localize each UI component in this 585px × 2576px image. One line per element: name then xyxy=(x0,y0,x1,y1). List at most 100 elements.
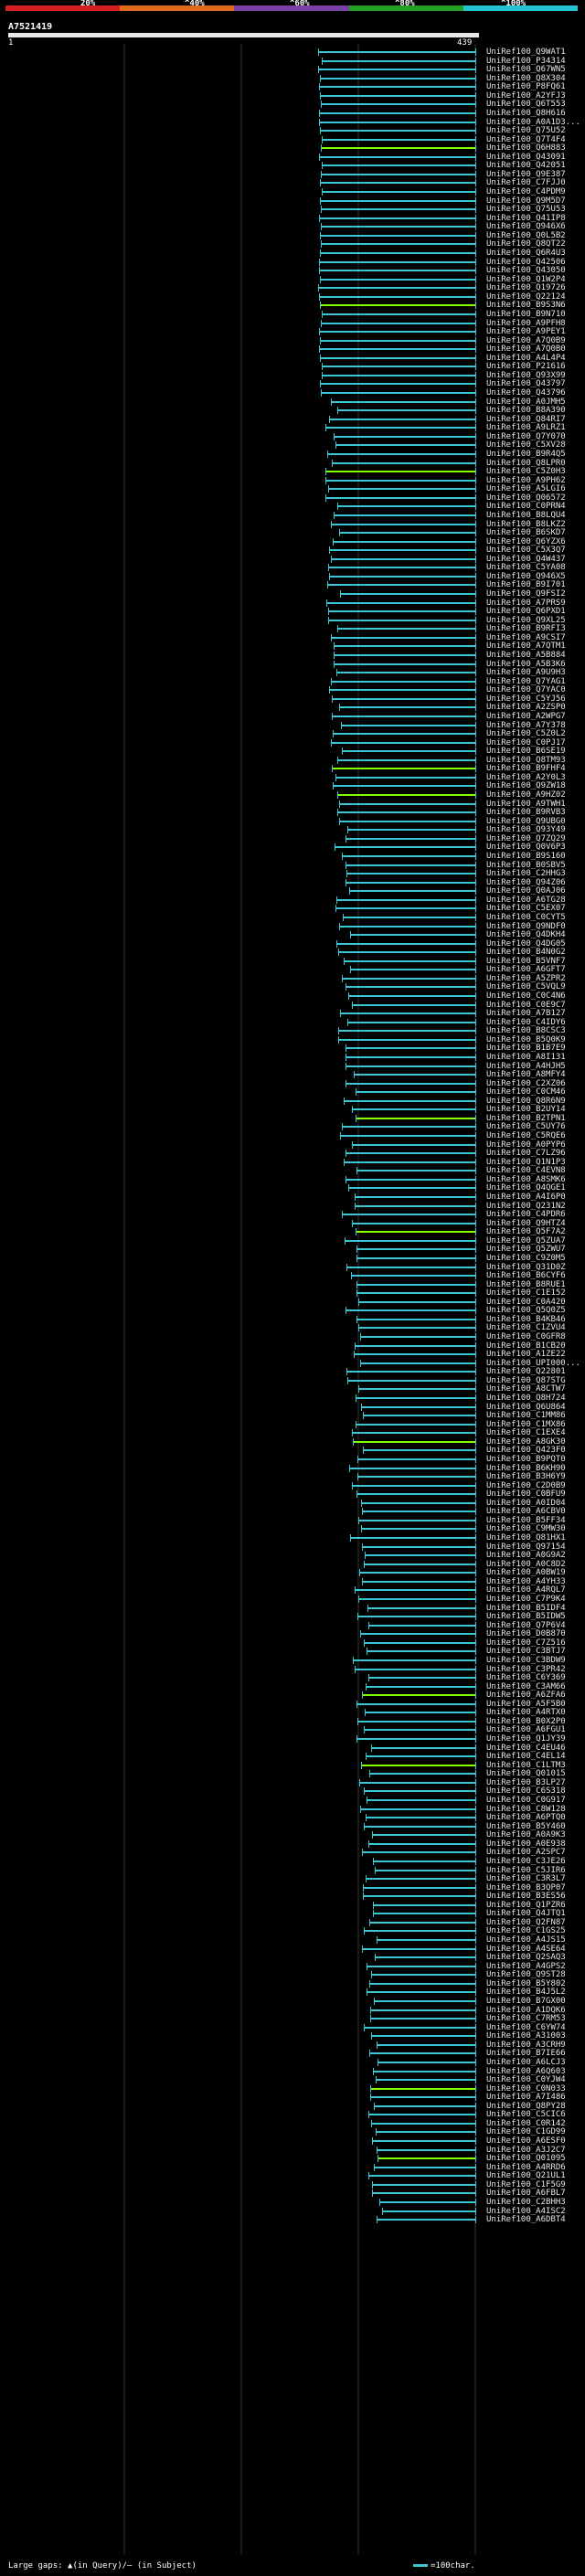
hit-label[interactable]: UniRef100_C0YJW4 xyxy=(486,2075,566,2084)
hit-row[interactable]: UniRef100_C0E9C7 xyxy=(0,1001,585,1010)
hit-row[interactable]: UniRef100_Q8QT22 xyxy=(0,239,585,249)
hit-row[interactable]: UniRef100_Q7YAG1 xyxy=(0,677,585,686)
hit-row[interactable]: UniRef100_Q7P6V4 xyxy=(0,1621,585,1630)
hit-row[interactable]: UniRef100_Q5ZUA7 xyxy=(0,1236,585,1246)
hit-label[interactable]: UniRef100_C5UY76 xyxy=(486,1122,566,1131)
hit-row[interactable]: UniRef100_Q43091 xyxy=(0,153,585,162)
hit-row[interactable]: UniRef100_C5VQL9 xyxy=(0,982,585,991)
hit-label[interactable]: UniRef100_C2HHG3 xyxy=(486,869,566,878)
hit-label[interactable]: UniRef100_C1EXE4 xyxy=(486,1428,566,1437)
hit-label[interactable]: UniRef100_C3BTJ7 xyxy=(486,1647,566,1656)
hit-label[interactable]: UniRef100_B3LP27 xyxy=(486,1778,566,1787)
hit-label[interactable]: UniRef100_C5Z0H3 xyxy=(486,467,566,476)
hit-row[interactable]: UniRef100_B5Y460 xyxy=(0,1822,585,1831)
hit-label[interactable]: UniRef100_A9HZ02 xyxy=(486,790,566,800)
hit-label[interactable]: UniRef100_Q9ZW18 xyxy=(486,781,566,790)
hit-label[interactable]: UniRef100_B2UY14 xyxy=(486,1105,566,1114)
hit-row[interactable]: UniRef100_C5UY76 xyxy=(0,1122,585,1131)
hit-row[interactable]: UniRef100_B2TPN1 xyxy=(0,1114,585,1123)
hit-label[interactable]: UniRef100_Q7P6V4 xyxy=(486,1621,566,1630)
hit-row[interactable]: UniRef100_Q6R4U3 xyxy=(0,249,585,258)
hit-row[interactable]: UniRef100_C5Z0H3 xyxy=(0,467,585,476)
hit-row[interactable]: UniRef100_Q5F7A2 xyxy=(0,1227,585,1236)
hit-label[interactable]: UniRef100_C0R142 xyxy=(486,2119,566,2128)
hit-label[interactable]: UniRef100_Q0V6P3 xyxy=(486,843,566,852)
hit-label[interactable]: UniRef100_C7RM53 xyxy=(486,2014,566,2023)
hit-row[interactable]: UniRef100_C0YJW4 xyxy=(0,2075,585,2084)
hit-label[interactable]: UniRef100_Q9XL25 xyxy=(486,616,566,625)
hit-label[interactable]: UniRef100_Q8H616 xyxy=(486,109,566,118)
hit-label[interactable]: UniRef100_C1MM86 xyxy=(486,1411,566,1420)
hit-row[interactable]: UniRef100_UPI000... xyxy=(0,1359,585,1368)
hit-row[interactable]: UniRef100_A3J2C7 xyxy=(0,2146,585,2155)
hit-label[interactable]: UniRef100_C9MW30 xyxy=(486,1524,566,1533)
hit-label[interactable]: UniRef100_Q22124 xyxy=(486,292,566,302)
hit-row[interactable]: UniRef100_Q42506 xyxy=(0,258,585,267)
hit-label[interactable]: UniRef100_Q946X5 xyxy=(486,572,566,581)
hit-row[interactable]: UniRef100_Q8X304 xyxy=(0,74,585,83)
hit-label[interactable]: UniRef100_Q9UBG0 xyxy=(486,817,566,826)
hit-row[interactable]: UniRef100_C9MW30 xyxy=(0,1524,585,1533)
hit-row[interactable]: UniRef100_Q946X5 xyxy=(0,572,585,581)
hit-row[interactable]: UniRef100_B9S160 xyxy=(0,852,585,861)
hit-label[interactable]: UniRef100_B5Y802 xyxy=(486,1979,566,1988)
hit-row[interactable]: UniRef100_A9LRZ1 xyxy=(0,423,585,432)
hit-label[interactable]: UniRef100_A0JMH5 xyxy=(486,398,566,407)
hit-label[interactable]: UniRef100_Q1N1P3 xyxy=(486,1158,566,1167)
hit-label[interactable]: UniRef100_C3JE26 xyxy=(486,1857,566,1866)
hit-label[interactable]: UniRef100_C3PR42 xyxy=(486,1665,566,1674)
hit-row[interactable]: UniRef100_Q84RI7 xyxy=(0,415,585,424)
hit-row[interactable]: UniRef100_Q9ZW18 xyxy=(0,781,585,790)
hit-label[interactable]: UniRef100_A6PTQ0 xyxy=(486,1813,566,1822)
hit-row[interactable]: UniRef100_A1DQK6 xyxy=(0,2006,585,2015)
hit-label[interactable]: UniRef100_B7GX00 xyxy=(486,1997,566,2006)
hit-row[interactable]: UniRef100_B1CB20 xyxy=(0,1341,585,1351)
hit-row[interactable]: UniRef100_Q97154 xyxy=(0,1542,585,1552)
hit-row[interactable]: UniRef100_C0R142 xyxy=(0,2119,585,2128)
hit-label[interactable]: UniRef100_A0E938 xyxy=(486,1839,566,1849)
hit-row[interactable]: UniRef100_A4RQL7 xyxy=(0,1585,585,1595)
hit-label[interactable]: UniRef100_A4ISC2 xyxy=(486,2207,566,2216)
hit-row[interactable]: UniRef100_C7RM53 xyxy=(0,2014,585,2023)
hit-label[interactable]: UniRef100_A7PRS9 xyxy=(486,599,566,608)
hit-row[interactable]: UniRef100_C4EU46 xyxy=(0,1744,585,1753)
hit-label[interactable]: UniRef100_B6SE19 xyxy=(486,747,566,756)
hit-row[interactable]: UniRef100_A8GK30 xyxy=(0,1437,585,1447)
hit-row[interactable]: UniRef100_P8FQ61 xyxy=(0,82,585,91)
hit-row[interactable]: UniRef100_Q9E387 xyxy=(0,170,585,179)
hit-row[interactable]: UniRef100_C0CYT5 xyxy=(0,913,585,922)
hit-row[interactable]: UniRef100_A4I6P0 xyxy=(0,1193,585,1202)
hit-label[interactable]: UniRef100_A0BW19 xyxy=(486,1568,566,1577)
hit-row[interactable]: UniRef100_C1LTM3 xyxy=(0,1761,585,1770)
hit-label[interactable]: UniRef100_Q8H724 xyxy=(486,1394,566,1403)
hit-label[interactable]: UniRef100_C4EL14 xyxy=(486,1752,566,1761)
hit-row[interactable]: UniRef100_A0ID04 xyxy=(0,1499,585,1508)
hit-row[interactable]: UniRef100_Q31D0Z xyxy=(0,1263,585,1272)
hit-row[interactable]: UniRef100_A6CBV0 xyxy=(0,1507,585,1516)
hit-row[interactable]: UniRef100_A6GFT7 xyxy=(0,965,585,974)
hit-label[interactable]: UniRef100_A9LRZ1 xyxy=(486,423,566,432)
hit-label[interactable]: UniRef100_A5B3K6 xyxy=(486,660,566,669)
hit-label[interactable]: UniRef100_P21616 xyxy=(486,362,566,371)
hit-row[interactable]: UniRef100_B2UY14 xyxy=(0,1105,585,1114)
hit-row[interactable]: UniRef100_Q01095 xyxy=(0,2154,585,2163)
hit-row[interactable]: UniRef100_Q5Q0Z5 xyxy=(0,1306,585,1315)
hit-row[interactable]: UniRef100_Q2SAQ3 xyxy=(0,1953,585,1962)
hit-label[interactable]: UniRef100_A4GPS2 xyxy=(486,1962,566,1971)
hit-row[interactable]: UniRef100_A5LGI6 xyxy=(0,484,585,493)
hit-row[interactable]: UniRef100_Q9NDF0 xyxy=(0,922,585,931)
hit-row[interactable]: UniRef100_A5F5B0 xyxy=(0,1700,585,1709)
hit-row[interactable]: UniRef100_C6Y369 xyxy=(0,1673,585,1682)
hit-label[interactable]: UniRef100_A6FBL7 xyxy=(486,2189,566,2198)
hit-label[interactable]: UniRef100_C5RQE6 xyxy=(486,1131,566,1140)
hit-label[interactable]: UniRef100_B4N0G2 xyxy=(486,948,566,957)
hit-label[interactable]: UniRef100_Q19726 xyxy=(486,283,566,292)
hit-row[interactable]: UniRef100_C5XV28 xyxy=(0,440,585,450)
hit-label[interactable]: UniRef100_A0A1D3... xyxy=(486,118,580,127)
hit-label[interactable]: UniRef100_Q41IP8 xyxy=(486,214,566,223)
hit-label[interactable]: UniRef100_Q1W2P4 xyxy=(486,275,566,284)
hit-label[interactable]: UniRef100_C0PRN4 xyxy=(486,502,566,511)
hit-label[interactable]: UniRef100_C7Z516 xyxy=(486,1638,566,1648)
hit-row[interactable]: UniRef100_C1GD99 xyxy=(0,2127,585,2136)
hit-label[interactable]: UniRef100_Q6PXD1 xyxy=(486,607,566,616)
